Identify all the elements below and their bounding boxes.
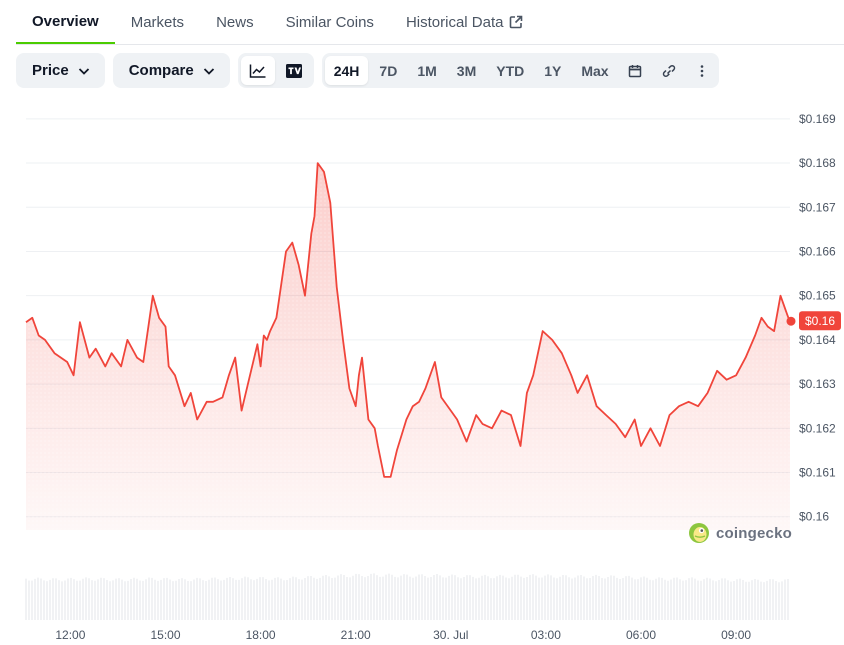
date-picker-button[interactable] [620, 56, 650, 85]
tab-similar-coins[interactable]: Similar Coins [270, 0, 390, 44]
tab-label: Historical Data [405, 13, 504, 31]
compare-dropdown[interactable]: Compare [112, 53, 230, 88]
calendar-icon [628, 64, 641, 77]
range-label: 24H [333, 62, 360, 79]
more-options-button[interactable] [688, 56, 716, 85]
tab-overview[interactable]: Overview [16, 0, 115, 44]
range-label: YTD [496, 62, 525, 79]
y-tick-label: $0.169 [799, 112, 836, 126]
range-24h-button[interactable]: 24H [324, 56, 369, 85]
share-link-button[interactable] [652, 56, 686, 85]
volume-bars [25, 573, 789, 620]
external-link-icon [510, 15, 523, 29]
line-chart-button[interactable] [240, 56, 275, 85]
x-tick-label: 09:00 [721, 628, 751, 642]
x-tick-label: 18:00 [246, 628, 276, 642]
x-tick-label: 12:00 [55, 628, 85, 642]
tab-bar: Overview Markets News Similar Coins Hist… [16, 0, 844, 45]
range-label: Max [581, 62, 609, 79]
y-tick-label: $0.163 [799, 377, 836, 391]
x-tick-label: 30. Jul [433, 628, 468, 642]
watermark-text: coingecko [716, 524, 792, 542]
range-max-button[interactable]: Max [572, 56, 617, 85]
y-tick-label: $0.165 [799, 289, 836, 303]
current-price-dot [786, 316, 796, 326]
range-label: 7D [379, 62, 398, 79]
x-axis-labels: 12:00 15:00 18:00 21:00 30. Jul 03:00 06:00 09:… [55, 628, 751, 642]
price-area [25, 162, 791, 530]
tradingview-button[interactable] [277, 56, 311, 85]
y-tick-label: $0.162 [799, 421, 836, 435]
tab-news[interactable]: News [200, 0, 270, 44]
range-ytd-button[interactable]: YTD [487, 56, 533, 85]
tab-label: News [216, 13, 254, 31]
x-tick-label: 03:00 [531, 628, 561, 642]
price-chart: $0.16 $0.161 $0.162 $0.163 $0.164 $0.165 $0.16… [25, 112, 841, 642]
chevron-down-icon [203, 67, 214, 75]
tab-label: Markets [130, 13, 185, 31]
y-tick-label: $0.168 [799, 156, 836, 170]
line-chart-icon [249, 64, 266, 78]
tab-historical-data[interactable]: Historical Data [390, 0, 540, 44]
chart-toolbar: Price Compare 24H 7D 1M 3M YTD 1Y Max [16, 53, 719, 88]
range-label: 1Y [544, 62, 562, 79]
y-tick-label: $0.164 [799, 333, 836, 347]
tab-label: Similar Coins [285, 13, 374, 31]
range-1m-button[interactable]: 1M [408, 56, 445, 85]
coingecko-logo-icon [689, 523, 709, 543]
link-icon [662, 64, 675, 77]
time-range-selector: 24H 7D 1M 3M YTD 1Y Max [321, 53, 719, 88]
x-tick-label: 21:00 [341, 628, 371, 642]
y-tick-label: $0.16 [799, 510, 829, 524]
price-dropdown[interactable]: Price [16, 53, 105, 88]
range-1y-button[interactable]: 1Y [535, 56, 570, 85]
range-label: 1M [417, 62, 437, 79]
range-7d-button[interactable]: 7D [370, 56, 406, 85]
y-tick-label: $0.167 [799, 200, 836, 214]
x-tick-label: 06:00 [626, 628, 656, 642]
current-price-marker: $0.16 [786, 311, 841, 331]
price-dropdown-label: Price [32, 62, 69, 79]
y-tick-label: $0.161 [799, 466, 836, 480]
more-vertical-icon [700, 64, 703, 77]
y-tick-label: $0.166 [799, 244, 836, 258]
price-area-texture [26, 163, 790, 530]
compare-dropdown-label: Compare [128, 62, 194, 79]
x-tick-label: 15:00 [150, 628, 180, 642]
range-label: 3M [456, 62, 477, 79]
chart-type-toggle [237, 53, 314, 88]
tab-label: Overview [32, 12, 99, 30]
tradingview-icon [285, 63, 302, 78]
range-3m-button[interactable]: 3M [448, 56, 485, 85]
coingecko-watermark: coingecko [688, 522, 792, 544]
chevron-down-icon [78, 67, 89, 75]
current-price-label: $0.16 [805, 314, 835, 328]
tab-markets[interactable]: Markets [115, 0, 200, 44]
